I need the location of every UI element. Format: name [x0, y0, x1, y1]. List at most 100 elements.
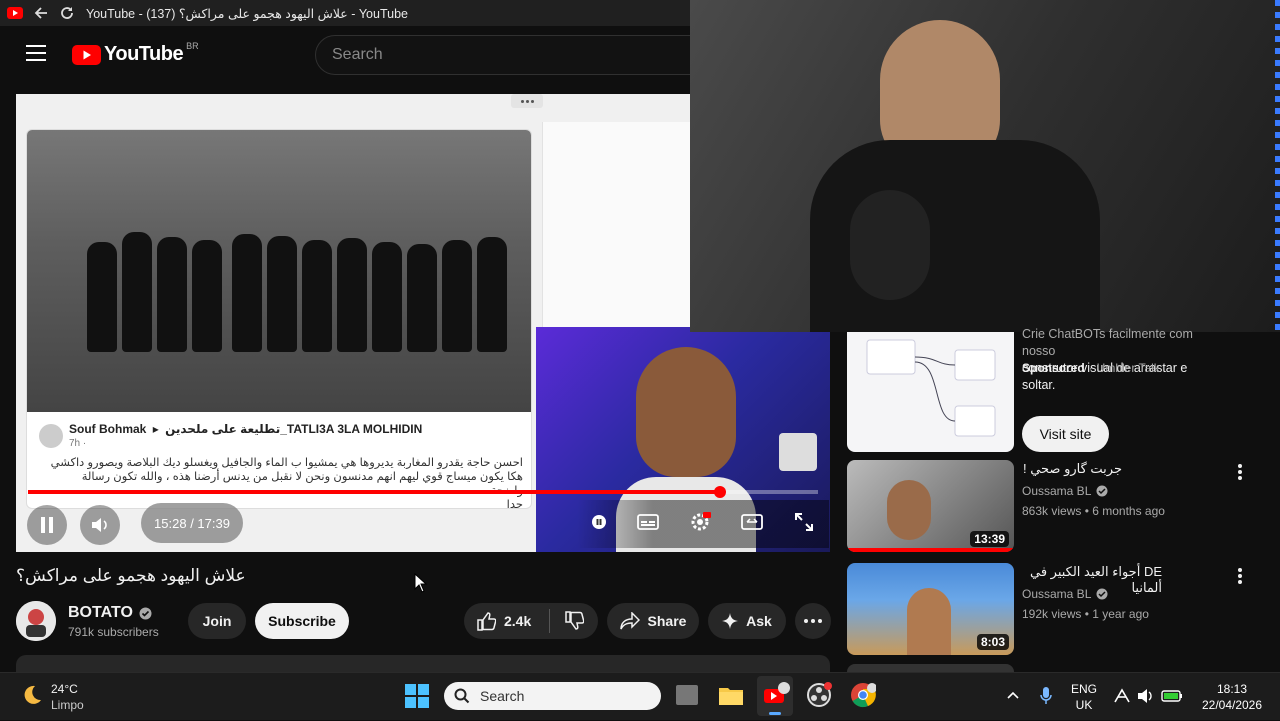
- verified-badge-icon: [1096, 485, 1108, 497]
- video-channel-row[interactable]: Oussama BL: [1022, 587, 1108, 601]
- video-meta: 192k views • 1 year ago: [1022, 607, 1149, 621]
- webcam-overlay: [690, 0, 1280, 332]
- language-code: ENG: [1070, 682, 1097, 696]
- more-dots-icon: [511, 94, 543, 108]
- speaker-icon[interactable]: [1137, 688, 1155, 709]
- task-view-icon[interactable]: [676, 685, 698, 705]
- facebook-avatar: [39, 424, 63, 448]
- advertiser-name: Umbler Talk: [1096, 361, 1160, 375]
- like-count[interactable]: 2.4k: [504, 613, 531, 629]
- pause-small-icon[interactable]: [592, 514, 607, 534]
- video-channel[interactable]: Oussama BL: [1022, 484, 1091, 498]
- settings-gear-icon[interactable]: [689, 511, 711, 538]
- keyboard-layout: UK: [1075, 698, 1093, 712]
- video-thumbnail[interactable]: 13:39: [847, 460, 1014, 552]
- tray-overflow-icon[interactable]: [1007, 688, 1019, 702]
- sponsored-label: Sponsored: [1022, 361, 1085, 375]
- fullscreen-icon[interactable]: [794, 512, 814, 537]
- clock-time: 18:13: [1216, 682, 1248, 696]
- taskbar-active-app[interactable]: [757, 676, 793, 716]
- mouse-cursor-icon: [414, 573, 428, 593]
- progress-scrubber[interactable]: [714, 486, 726, 498]
- back-arrow-icon[interactable]: [30, 2, 52, 24]
- join-button[interactable]: Join: [188, 603, 246, 639]
- watched-bar: [847, 548, 1014, 552]
- weather-widget[interactable]: 24°C Limpo: [51, 681, 84, 713]
- verified-badge-icon: [1096, 588, 1108, 600]
- hamburger-menu-icon[interactable]: [26, 45, 46, 61]
- windows-start-icon[interactable]: [405, 684, 429, 713]
- subscribe-button[interactable]: Subscribe: [255, 603, 349, 639]
- video-title: علاش اليهود هجمو على مراكش؟: [16, 566, 246, 585]
- channel-watermark: [779, 433, 817, 471]
- more-options-icon[interactable]: [1232, 566, 1248, 586]
- obs-studio-icon[interactable]: [806, 682, 832, 713]
- video-duration: 13:39: [970, 531, 1009, 547]
- pause-button[interactable]: [27, 505, 67, 545]
- file-explorer-icon[interactable]: [718, 684, 744, 711]
- youtube-favicon-icon: [4, 2, 26, 24]
- subscriber-count: 791k subscribers: [68, 625, 159, 639]
- youtube-logo[interactable]: YouTube BR: [72, 40, 199, 66]
- video-thumbnail[interactable]: 8:03: [847, 563, 1014, 655]
- sparkle-icon: [722, 613, 739, 629]
- facebook-post-text: احسن حاجة يقدرو المغاربة يديروها هي يمشي…: [47, 456, 523, 509]
- reload-icon[interactable]: [56, 2, 78, 24]
- video-duration: 8:03: [976, 634, 1009, 650]
- ad-text-line: Crie ChatBOTs facilmente com nosso: [1022, 327, 1193, 358]
- more-actions-button[interactable]: [795, 603, 831, 639]
- weather-moon-icon[interactable]: [20, 684, 42, 711]
- facebook-author: Souf Bohmak: [69, 422, 147, 436]
- like-icon[interactable]: [476, 611, 496, 631]
- logo-text: YouTube: [104, 43, 184, 65]
- video-channel[interactable]: Oussama BL: [1022, 587, 1091, 601]
- channel-name-row[interactable]: BOTATO: [68, 604, 152, 622]
- battery-icon[interactable]: [1161, 689, 1183, 707]
- streamer-face: [636, 347, 736, 477]
- led-strip: [1275, 0, 1280, 332]
- video-thumbnail[interactable]: [847, 664, 1014, 672]
- time-display: 15:28 / 17:39: [141, 503, 243, 543]
- facebook-video-frame: [27, 130, 531, 412]
- thumbnail-person: [887, 480, 931, 540]
- facebook-group: تطليعة على ملحدين_TATLI3A 3LA MOLHIDIN: [165, 422, 423, 436]
- youtube-play-logo-icon: [72, 44, 101, 65]
- facebook-post-time: 7h ·: [69, 438, 87, 449]
- post-text-line: احسن حاجة يقدرو المغاربة يديروها هي يمشي…: [50, 457, 523, 469]
- network-icon[interactable]: [1113, 688, 1131, 709]
- chrome-icon[interactable]: [850, 682, 877, 713]
- theater-mode-icon[interactable]: [741, 513, 764, 535]
- taskbar-search[interactable]: Search: [444, 682, 661, 710]
- more-options-icon[interactable]: [1232, 462, 1248, 482]
- share-icon: [619, 612, 640, 630]
- ad-thumbnail[interactable]: [847, 332, 1014, 452]
- microphone-tray-icon[interactable]: [1040, 687, 1052, 710]
- pause-icon: [41, 517, 53, 533]
- language-indicator[interactable]: ENG UK: [1068, 681, 1100, 713]
- video-title[interactable]: جربت گارو صحي !: [1022, 461, 1122, 477]
- post-text-line: جدا: [506, 499, 523, 509]
- search-icon: [454, 688, 470, 704]
- video-meta: 863k views • 6 months ago: [1022, 504, 1165, 518]
- system-clock[interactable]: 18:13 22/04/2026: [1196, 681, 1268, 713]
- like-dislike-group: 2.4k: [464, 603, 598, 639]
- volume-icon: [92, 518, 107, 532]
- ask-label: Ask: [746, 613, 772, 629]
- channel-name[interactable]: BOTATO: [68, 604, 133, 622]
- share-label: Share: [647, 613, 687, 629]
- search-input[interactable]: Search: [315, 35, 715, 75]
- country-code: BR: [186, 40, 199, 51]
- weather-desc: Limpo: [51, 698, 84, 712]
- volume-button[interactable]: [80, 505, 120, 545]
- subtitles-icon[interactable]: [636, 513, 659, 535]
- video-channel-row[interactable]: Oussama BL: [1022, 484, 1108, 498]
- ask-button[interactable]: Ask: [708, 603, 786, 639]
- progress-bar-fill: [28, 490, 720, 494]
- player-controls-right: [577, 500, 829, 548]
- microphone-icon: [850, 190, 930, 300]
- dislike-icon[interactable]: [564, 611, 585, 631]
- facebook-post-card: Souf Bohmak ▸ تطليعة على ملحدين_TATLI3A …: [26, 129, 532, 509]
- visit-site-button[interactable]: Visit site: [1022, 416, 1109, 452]
- share-button[interactable]: Share: [607, 603, 699, 639]
- channel-avatar[interactable]: [16, 601, 56, 641]
